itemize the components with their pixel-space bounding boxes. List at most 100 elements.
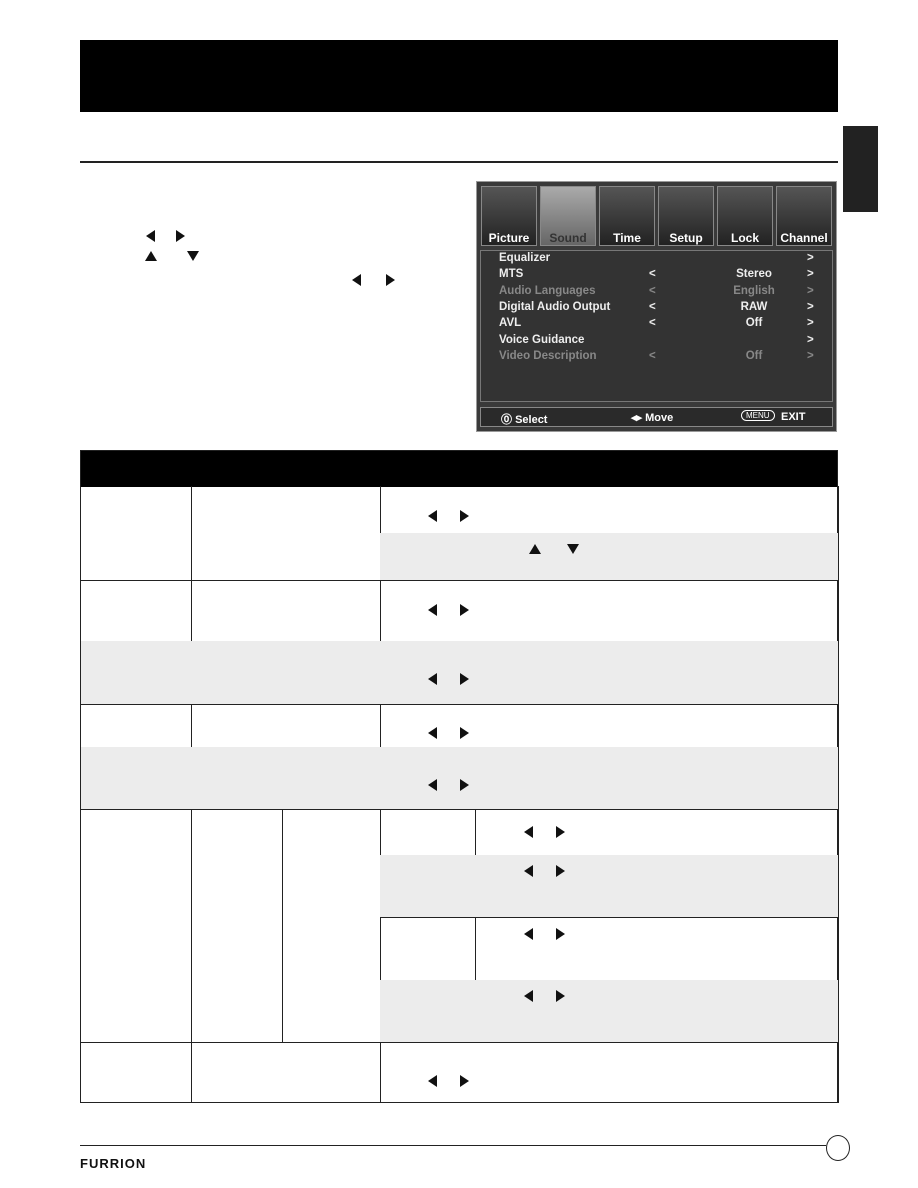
tab-setup: Setup — [658, 186, 714, 246]
table-cell — [191, 809, 283, 1043]
menu-item: Equalizer > — [499, 252, 819, 268]
menu-key-icon: MENU — [741, 410, 775, 421]
left-chevron-icon: < — [649, 284, 656, 297]
page-number-circle — [826, 1135, 850, 1161]
menu-item-label: Voice Guidance — [499, 333, 585, 346]
table-cell — [282, 809, 381, 1043]
table-cell — [380, 580, 839, 642]
table-cell — [380, 486, 839, 534]
table-cell — [81, 747, 192, 810]
menu-item-label: Video Description — [499, 349, 597, 362]
tab-sound: Sound — [540, 186, 596, 246]
up-arrow-icon — [529, 544, 541, 554]
right-chevron-icon: > — [807, 300, 814, 313]
tab-label: Time — [613, 231, 641, 245]
right-chevron-icon: > — [807, 333, 814, 346]
right-arrow-icon — [386, 274, 395, 286]
tab-label: Setup — [669, 231, 703, 245]
tv-sound-menu-screenshot: Picture Sound Time Setup Lock Channel Eq… — [476, 181, 837, 432]
table-cell — [81, 580, 192, 642]
table-cell — [191, 1042, 381, 1103]
right-arrow-icon — [460, 779, 469, 791]
table-cell — [380, 1042, 839, 1103]
right-chevron-icon: > — [807, 317, 814, 330]
tab-lock: Lock — [717, 186, 773, 246]
left-arrow-icon — [352, 274, 361, 286]
settings-table — [80, 450, 839, 1103]
side-tab — [843, 126, 878, 212]
table-cell — [380, 747, 839, 810]
table-cell — [81, 704, 192, 748]
left-arrow-icon — [428, 510, 437, 522]
up-arrow-icon — [145, 251, 157, 261]
right-arrow-icon — [460, 510, 469, 522]
right-arrow-icon — [460, 727, 469, 739]
section-divider — [80, 161, 838, 163]
left-chevron-icon: < — [649, 349, 656, 362]
footer-line — [80, 1145, 826, 1146]
left-arrow-icon — [428, 779, 437, 791]
menu-item: Audio Languages < English > — [499, 285, 819, 301]
down-arrow-icon — [567, 544, 579, 554]
menu-item: Voice Guidance > — [499, 334, 819, 350]
table-cell — [81, 1042, 192, 1103]
left-arrow-icon — [428, 673, 437, 685]
table-header — [81, 451, 837, 487]
menu-item-label: MTS — [499, 268, 524, 281]
exit-label: EXIT — [781, 411, 806, 423]
table-cell — [81, 486, 192, 581]
right-arrow-icon — [460, 1075, 469, 1087]
menu-item-label: Audio Languages — [499, 284, 596, 297]
right-arrow-icon — [556, 865, 565, 877]
move-hint: ◂▸ Move — [631, 412, 674, 424]
table-cell — [81, 809, 192, 1043]
right-chevron-icon: > — [807, 284, 814, 297]
table-cell — [475, 917, 839, 981]
select-label: Select — [515, 414, 548, 426]
left-chevron-icon: < — [649, 300, 656, 313]
tab-label: Lock — [730, 231, 759, 245]
down-arrow-icon — [187, 251, 199, 261]
move-label: Move — [645, 412, 674, 424]
menu-item: AVL < Off > — [499, 317, 819, 333]
right-chevron-icon: > — [807, 349, 814, 362]
right-arrow-icon — [460, 604, 469, 616]
left-arrow-icon — [428, 604, 437, 616]
select-hint: ⓪ Select — [501, 414, 548, 426]
table-cell — [81, 641, 192, 705]
table-cell — [380, 809, 476, 856]
tab-label: Channel — [780, 231, 828, 245]
table-cell — [380, 980, 476, 1043]
table-cell — [191, 486, 381, 581]
table-cell — [380, 533, 483, 581]
menu-item: Digital Audio Output < RAW > — [499, 301, 819, 317]
osd-footer: ⓪ Select ◂▸ Move MENU EXIT — [480, 407, 833, 427]
table-cell — [191, 747, 381, 810]
right-chevron-icon: > — [807, 252, 814, 264]
menu-item-value: English — [733, 284, 775, 297]
table-cell — [191, 641, 381, 705]
header-bar — [80, 40, 838, 112]
table-cell — [380, 641, 839, 705]
left-arrow-icon — [428, 727, 437, 739]
menu-item-value: Stereo — [736, 268, 772, 281]
menu-item-value: Off — [745, 317, 763, 330]
menu-item: Video Description < Off > — [499, 350, 819, 366]
right-arrow-icon — [176, 230, 185, 242]
left-arrow-icon — [524, 826, 533, 838]
tab-label: Sound — [549, 231, 587, 245]
menu-item-value: RAW — [740, 300, 768, 313]
right-arrow-icon — [556, 928, 565, 940]
menu-item-label: Equalizer — [499, 252, 551, 264]
tab-channel: Channel — [776, 186, 832, 246]
left-chevron-icon: < — [649, 268, 656, 281]
right-arrow-icon — [556, 990, 565, 1002]
tab-time: Time — [599, 186, 655, 246]
left-arrow-icon — [524, 928, 533, 940]
right-chevron-icon: > — [807, 268, 814, 281]
menu-item-value: Off — [745, 349, 763, 362]
tab-label: Picture — [488, 231, 530, 245]
table-cell — [380, 704, 839, 748]
left-arrow-icon — [428, 1075, 437, 1087]
left-arrow-icon — [524, 865, 533, 877]
